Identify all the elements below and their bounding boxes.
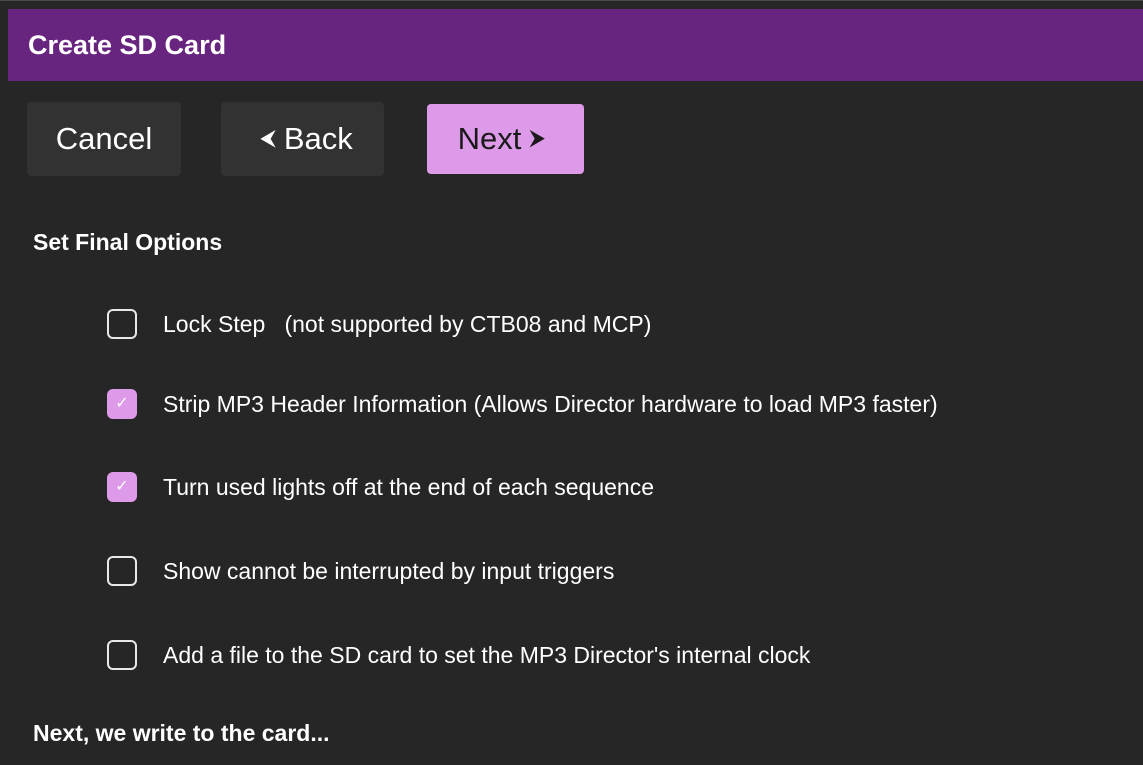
strip-mp3-header-label: Strip MP3 Header Information (Allows Dir…	[163, 390, 938, 417]
cancel-button[interactable]: Cancel	[27, 102, 181, 176]
chevron-left-icon: ⮜	[260, 125, 276, 150]
lights-off-checkbox[interactable]: ✓	[107, 472, 137, 502]
lights-off-label: Turn used lights off at the end of each …	[163, 473, 655, 500]
strip-mp3-header-checkbox[interactable]: ✓	[107, 389, 137, 419]
title-bar: Create SD Card	[8, 9, 1143, 81]
window-title: Create SD Card	[28, 29, 227, 60]
chevron-right-icon: ⮞	[529, 125, 546, 150]
set-clock-option[interactable]: ✓ Add a file to the SD card to set the M…	[107, 638, 810, 672]
lock-step-option[interactable]: ✓ Lock Step (not supported by CTB08 and …	[107, 307, 651, 341]
check-icon: ✓	[115, 478, 129, 495]
lock-step-label: Lock Step (not supported by CTB08 and MC…	[163, 310, 652, 337]
back-button-label: Back	[283, 121, 353, 156]
lock-step-checkbox[interactable]: ✓	[107, 309, 137, 339]
next-button-label: Next	[457, 121, 522, 156]
check-icon: ✓	[115, 395, 129, 412]
cancel-button-label: Cancel	[55, 121, 153, 156]
set-clock-label: Add a file to the SD card to set the MP3…	[163, 641, 811, 668]
no-interrupt-label: Show cannot be interrupted by input trig…	[163, 557, 615, 584]
lights-off-option[interactable]: ✓ Turn used lights off at the end of eac…	[107, 470, 654, 504]
strip-mp3-header-option[interactable]: ✓ Strip MP3 Header Information (Allows D…	[107, 387, 938, 421]
back-button[interactable]: ⮜ Back	[221, 102, 384, 176]
set-clock-checkbox[interactable]: ✓	[107, 640, 137, 670]
no-interrupt-option[interactable]: ✓ Show cannot be interrupted by input tr…	[107, 554, 614, 588]
section-heading: Set Final Options	[33, 229, 223, 255]
create-sd-card-window: Create SD Card Cancel ⮜ Back Next ⮞ Set …	[0, 0, 1143, 765]
next-button[interactable]: Next ⮞	[427, 104, 584, 174]
next-step-text: Next, we write to the card...	[33, 720, 330, 746]
no-interrupt-checkbox[interactable]: ✓	[107, 556, 137, 586]
